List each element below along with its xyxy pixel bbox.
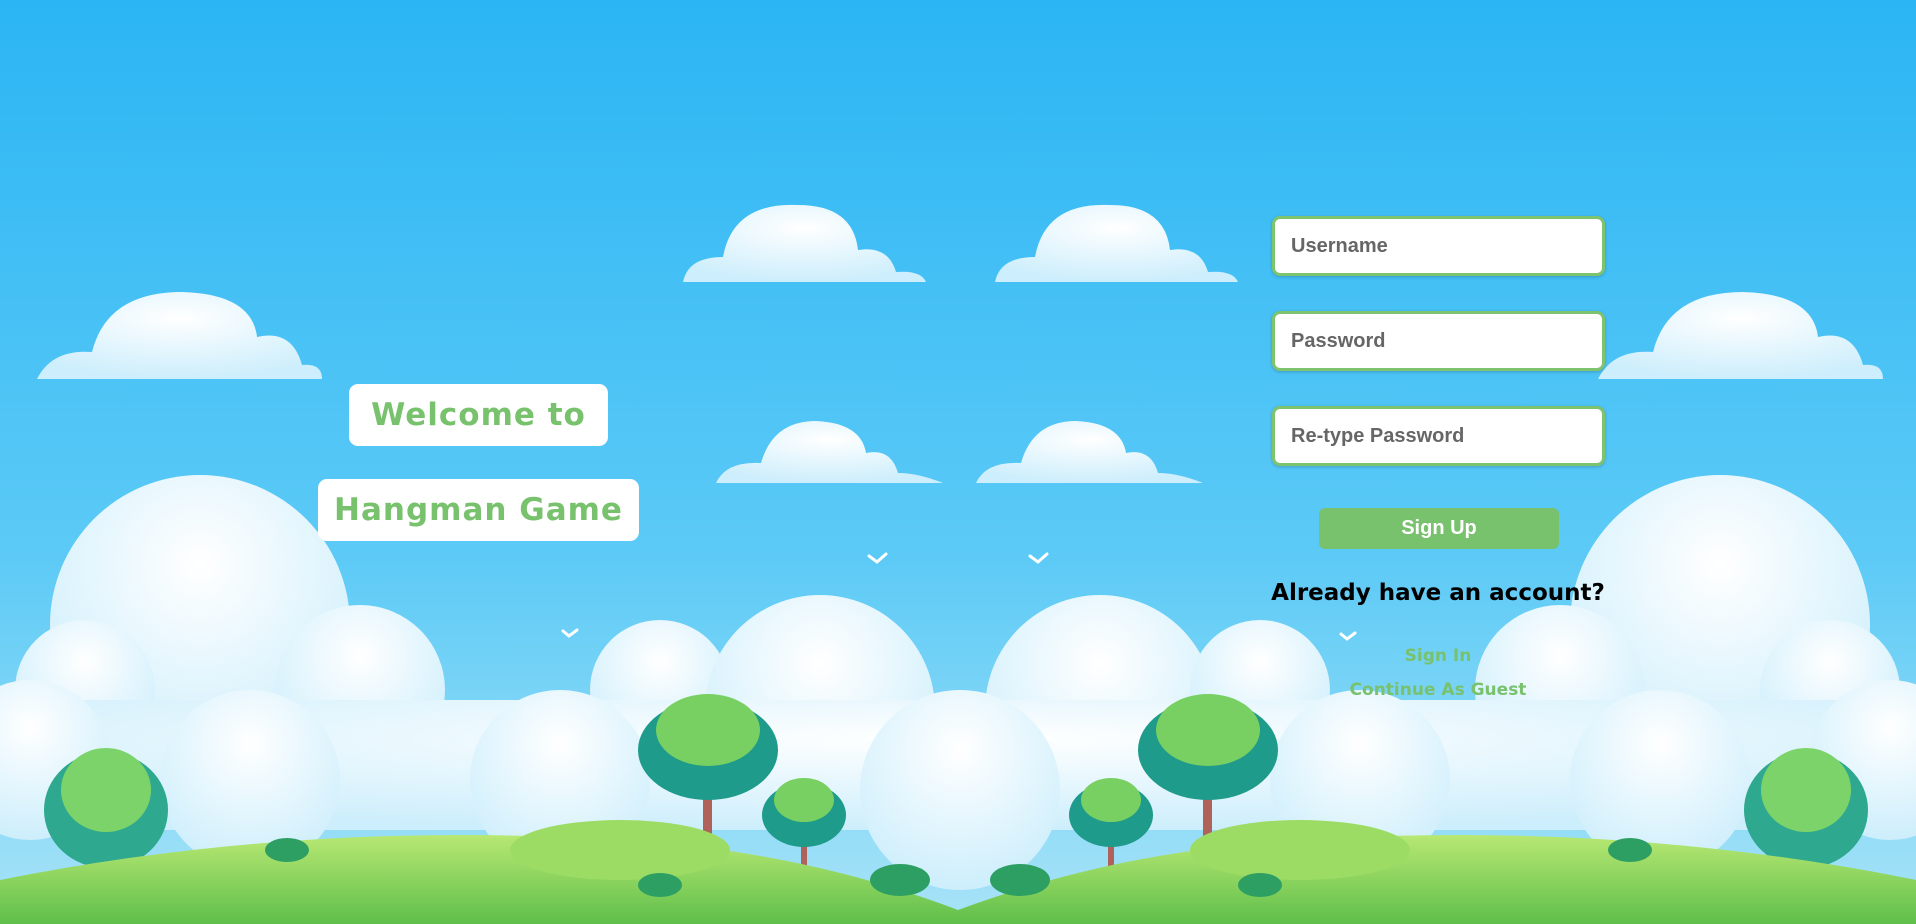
password-input[interactable]	[1272, 311, 1605, 371]
game-title: Hangman Game	[318, 479, 639, 541]
username-input[interactable]	[1272, 216, 1605, 276]
landscape-background	[0, 0, 1916, 924]
retype-password-input[interactable]	[1272, 406, 1605, 466]
sign-in-link[interactable]: Sign In	[1250, 646, 1626, 666]
welcome-heading: Welcome to	[349, 384, 608, 446]
sign-up-button[interactable]: Sign Up	[1319, 508, 1559, 549]
account-question: Already have an account?	[1271, 580, 1605, 606]
continue-as-guest-link[interactable]: Continue As Guest	[1250, 680, 1626, 700]
